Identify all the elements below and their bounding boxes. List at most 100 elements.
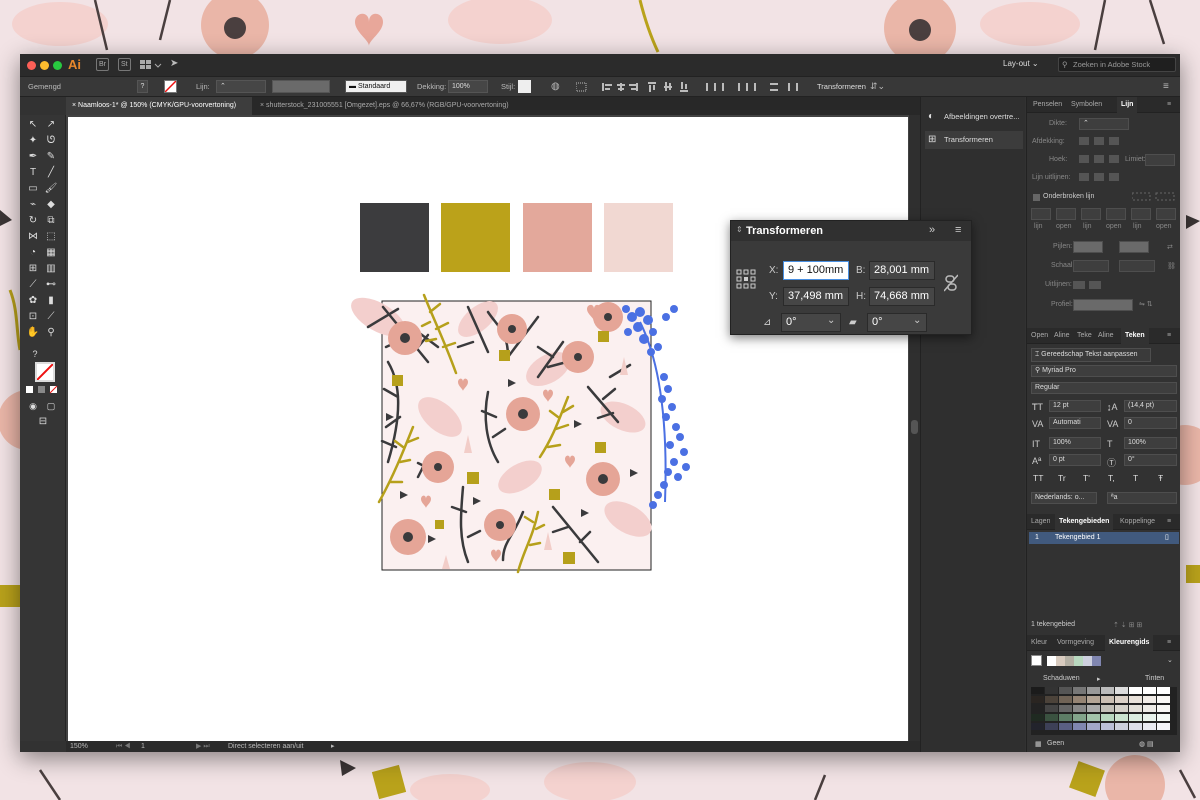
color-guide-menu-icon[interactable]: ≡ (1167, 635, 1171, 651)
canvas-area[interactable] (66, 115, 920, 741)
font-size-input[interactable]: 12 pt (1049, 400, 1101, 412)
artboard-number-field[interactable]: 1 (141, 741, 145, 752)
minimize-window-button[interactable] (40, 61, 49, 70)
dash-align-buttons[interactable] (1131, 192, 1177, 202)
arrow-align-buttons[interactable] (1073, 280, 1113, 290)
character-panel-menu-icon[interactable]: ≡ (1167, 328, 1171, 344)
tab-brushes[interactable]: Penselen (1033, 97, 1062, 113)
artboard-options-icon[interactable]: ▯ (1165, 533, 1169, 541)
reference-point-icon[interactable] (736, 269, 756, 289)
draw-mode-icon[interactable]: ◉ (26, 399, 40, 413)
width-input[interactable]: 28,001 mm (869, 261, 935, 280)
vertical-scale-input[interactable]: 100% (1049, 437, 1101, 449)
caps-button-1[interactable]: TT (1033, 473, 1043, 483)
caps-button-6[interactable]: Ŧ (1158, 473, 1163, 483)
screen-mode-icon[interactable]: ▢ (44, 399, 58, 413)
character-rotation-input[interactable]: 0° (1124, 454, 1177, 466)
tab-document-2[interactable]: × shutterstock_231005551 [Omgezet].eps @… (254, 97, 574, 115)
hand-tool-icon[interactable]: ✋ (26, 326, 40, 340)
font-family-select[interactable]: ⚲ Myriad Pro (1031, 365, 1177, 377)
perspective-grid-tool-icon[interactable]: ▦ (44, 246, 58, 260)
align-stroke-buttons[interactable] (1079, 172, 1129, 182)
panel-menu-icon[interactable]: ≡ (1167, 97, 1171, 113)
shear-dropdown-icon[interactable]: ⌄ (913, 315, 921, 326)
dock-transform[interactable]: ⊞ Transformeren (925, 131, 1023, 149)
default-fill-stroke-icon[interactable]: ? (28, 347, 42, 361)
tab-opentype[interactable]: Open (1031, 328, 1048, 344)
harmony-colors[interactable] (1047, 656, 1103, 666)
dashed-line-checkbox[interactable] (1033, 194, 1040, 201)
tab-artboards[interactable]: Tekengebieden (1055, 514, 1114, 530)
blend-tool-icon[interactable]: ⊷ (44, 278, 58, 292)
close-window-button[interactable] (27, 61, 36, 70)
width-profile-select[interactable] (1073, 299, 1133, 311)
paintbrush-tool-icon[interactable]: 🖌 (44, 182, 58, 196)
harmony-dropdown-icon[interactable]: ⌄ (1167, 656, 1173, 664)
arrow-end-scale[interactable] (1119, 260, 1155, 272)
kerning-input[interactable]: Automati (1049, 417, 1101, 429)
artboard-nav-prev[interactable]: ⏮ ◀ (116, 741, 131, 752)
transform-link[interactable]: Transformeren (817, 82, 866, 91)
caps-button-4[interactable]: T, (1108, 473, 1115, 483)
stroke-color-icon[interactable] (35, 362, 55, 382)
eyedropper-tool-icon[interactable]: ⟋ (26, 278, 40, 292)
artboard-tool-icon[interactable]: ⊡ (26, 310, 40, 324)
transform-menu-icon[interactable]: ≡ (955, 224, 961, 236)
vertical-scrollbar[interactable] (909, 115, 920, 741)
artboards-panel-menu-icon[interactable]: ≡ (1167, 514, 1171, 530)
font-style-select[interactable]: Regular (1031, 382, 1177, 394)
bridge-button[interactable]: Br (96, 58, 109, 71)
tab-character[interactable]: Teken (1121, 328, 1149, 344)
zoom-window-button[interactable] (53, 61, 62, 70)
shaper-tool-icon[interactable]: ⌁ (26, 198, 40, 212)
tab-links[interactable]: Koppelinge (1120, 514, 1155, 530)
color-mode-buttons[interactable] (26, 385, 60, 394)
stroke-weight-field[interactable]: ⌃ (216, 80, 266, 93)
caps-button-2[interactable]: Tr (1058, 473, 1066, 483)
rotate-dropdown-icon[interactable]: ⌄ (827, 315, 835, 326)
stock-search-input[interactable]: ⚲ Zoeken in Adobe Stock (1058, 57, 1176, 72)
recolor-artwork-icon[interactable]: ◍ (551, 81, 563, 93)
language-select[interactable]: Nederlands: o... (1031, 492, 1097, 504)
tab-symbols[interactable]: Symbolen (1071, 97, 1102, 113)
rectangle-tool-icon[interactable]: ▭ (26, 182, 40, 196)
tab-paragraph[interactable]: Aline (1054, 328, 1070, 344)
horizontal-scale-input[interactable]: 100% (1124, 437, 1177, 449)
pen-tool-icon[interactable]: ✒ (26, 150, 40, 164)
tracking-input[interactable]: 0 (1124, 417, 1177, 429)
tab-appearance[interactable]: Vormgeving (1057, 635, 1094, 651)
mesh-tool-icon[interactable]: ⊞ (26, 262, 40, 276)
tab-document-1[interactable]: × Naamloos-1* @ 150% (CMYK/GPU-voorverto… (66, 97, 252, 115)
constrain-proportions-icon[interactable] (943, 274, 959, 292)
color-swatch-dark[interactable] (360, 203, 429, 272)
stroke-weight-input[interactable]: ⌃ (1079, 118, 1129, 130)
cap-buttons[interactable] (1079, 136, 1123, 146)
align-buttons[interactable] (575, 82, 824, 92)
edit-toolbar-icon[interactable]: ⊟ (36, 415, 50, 429)
x-position-input[interactable]: 9 + 100mm (783, 261, 849, 280)
artboard-footer-buttons[interactable]: ⇡ ⇣ ⊞ ⊞ (1113, 621, 1142, 629)
rotate-tool-icon[interactable]: ↻ (26, 214, 40, 228)
tab-color-guide[interactable]: Kleurengids (1105, 635, 1154, 651)
control-bar-menu-icon[interactable]: ≡ (1163, 81, 1175, 93)
artboard-row[interactable]: 1 Tekengebied 1 ▯ (1029, 532, 1179, 544)
y-position-input[interactable]: 37,498 mm (783, 287, 849, 306)
tab-stroke[interactable]: Lijn (1117, 97, 1138, 113)
fill-swatch[interactable]: ? (137, 80, 148, 93)
direct-selection-tool-icon[interactable]: ↗ (44, 118, 58, 132)
edit-colors-icons[interactable]: ◍ ▤ (1139, 740, 1154, 748)
workspace-switcher[interactable]: Lay-out ⌄ (1003, 59, 1039, 68)
tab-paragraph-styles[interactable]: Aline (1098, 328, 1114, 344)
zoom-tool-icon[interactable]: ⚲ (44, 326, 58, 340)
baseline-shift-input[interactable]: 0 pt (1049, 454, 1101, 466)
send-icon[interactable]: ➤ (170, 58, 182, 70)
variable-width-profile[interactable] (272, 80, 330, 93)
base-color-swatch[interactable] (1031, 655, 1042, 666)
artboard-nav-next[interactable]: ▶ ⏭ (196, 741, 210, 752)
brush-definition-field[interactable]: ▬ Standaard (345, 80, 407, 93)
tab-color[interactable]: Kleur (1031, 635, 1047, 651)
anti-aliasing-select[interactable]: ªa (1107, 492, 1177, 504)
transform-options-icon[interactable]: ⇵⌄ (870, 81, 890, 93)
eraser-tool-icon[interactable]: ◆ (44, 198, 58, 212)
slice-tool-icon[interactable]: ⟋ (44, 310, 58, 324)
